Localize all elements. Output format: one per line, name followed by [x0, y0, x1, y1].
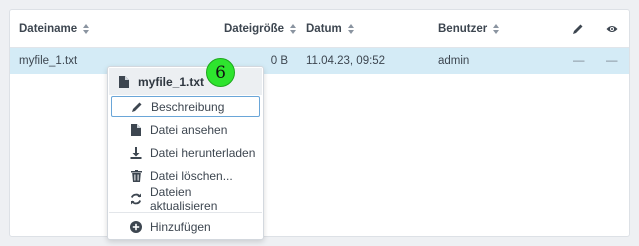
column-header-user[interactable]: Benutzer [438, 10, 500, 48]
file-name-cell: myfile_1.txt [19, 55, 78, 67]
menu-item-beschreibung[interactable]: Beschreibung [111, 96, 260, 117]
file-size-cell: 0 B [270, 55, 288, 67]
plus-circle-icon [129, 220, 143, 234]
refresh-icon [129, 192, 143, 206]
menu-item-dateien-aktualisieren[interactable]: Dateien aktualisieren [111, 185, 260, 213]
menu-item-hinzufuegen[interactable]: Hinzufügen [111, 216, 260, 237]
menu-item-datei-loeschen[interactable]: Datei löschen... [111, 165, 260, 186]
file-table-panel: Dateiname Dateigröße Datum Benutzer myfi… [9, 9, 630, 237]
menu-item-datei-ansehen[interactable]: Datei ansehen [111, 119, 260, 140]
pencil-icon [130, 100, 144, 114]
table-header: Dateiname Dateigröße Datum Benutzer [10, 10, 629, 48]
context-menu-title-label: myfile_1.txt [138, 74, 205, 89]
context-menu-title: myfile_1.txt [109, 68, 262, 95]
menu-item-label: Hinzufügen [150, 219, 211, 234]
view-cell: — [606, 55, 618, 67]
sort-icon [347, 24, 354, 34]
column-header-name-label: Dateiname [19, 23, 78, 35]
menu-item-label: Beschreibung [151, 99, 225, 114]
trash-icon [129, 169, 143, 183]
sort-icon [290, 24, 297, 34]
step-number-badge: 6 [206, 58, 235, 87]
pencil-icon [573, 24, 583, 34]
file-date-cell: 11.04.23, 09:52 [306, 55, 386, 67]
column-header-name[interactable]: Dateiname [19, 10, 90, 48]
column-header-size[interactable]: Dateigröße [224, 10, 297, 48]
column-header-user-label: Benutzer [438, 23, 488, 35]
table-row[interactable]: myfile_1.txt 0 B 11.04.23, 09:52 admin —… [10, 48, 629, 74]
download-icon [129, 146, 143, 160]
column-header-date[interactable]: Datum [306, 10, 354, 48]
menu-divider [109, 212, 262, 213]
menu-item-label: Datei herunterladen [150, 145, 256, 160]
file-icon [117, 75, 131, 89]
column-header-size-label: Dateigröße [224, 23, 285, 35]
menu-item-label: Datei ansehen [150, 122, 228, 137]
eye-icon [606, 26, 618, 32]
edit-cell: — [573, 55, 585, 67]
column-header-date-label: Datum [306, 23, 342, 35]
column-header-edit[interactable] [572, 10, 584, 48]
menu-item-datei-herunterladen[interactable]: Datei herunterladen [111, 142, 260, 163]
menu-item-label: Datei löschen... [150, 168, 233, 183]
menu-item-label: Dateien aktualisieren [150, 184, 218, 213]
file-user-cell: admin [438, 55, 470, 67]
context-menu: myfile_1.txt Beschreibung Datei ansehen … [107, 66, 264, 240]
sort-icon [83, 24, 90, 34]
sort-icon [493, 24, 500, 34]
file-icon [129, 123, 143, 137]
column-header-view[interactable] [606, 10, 618, 48]
